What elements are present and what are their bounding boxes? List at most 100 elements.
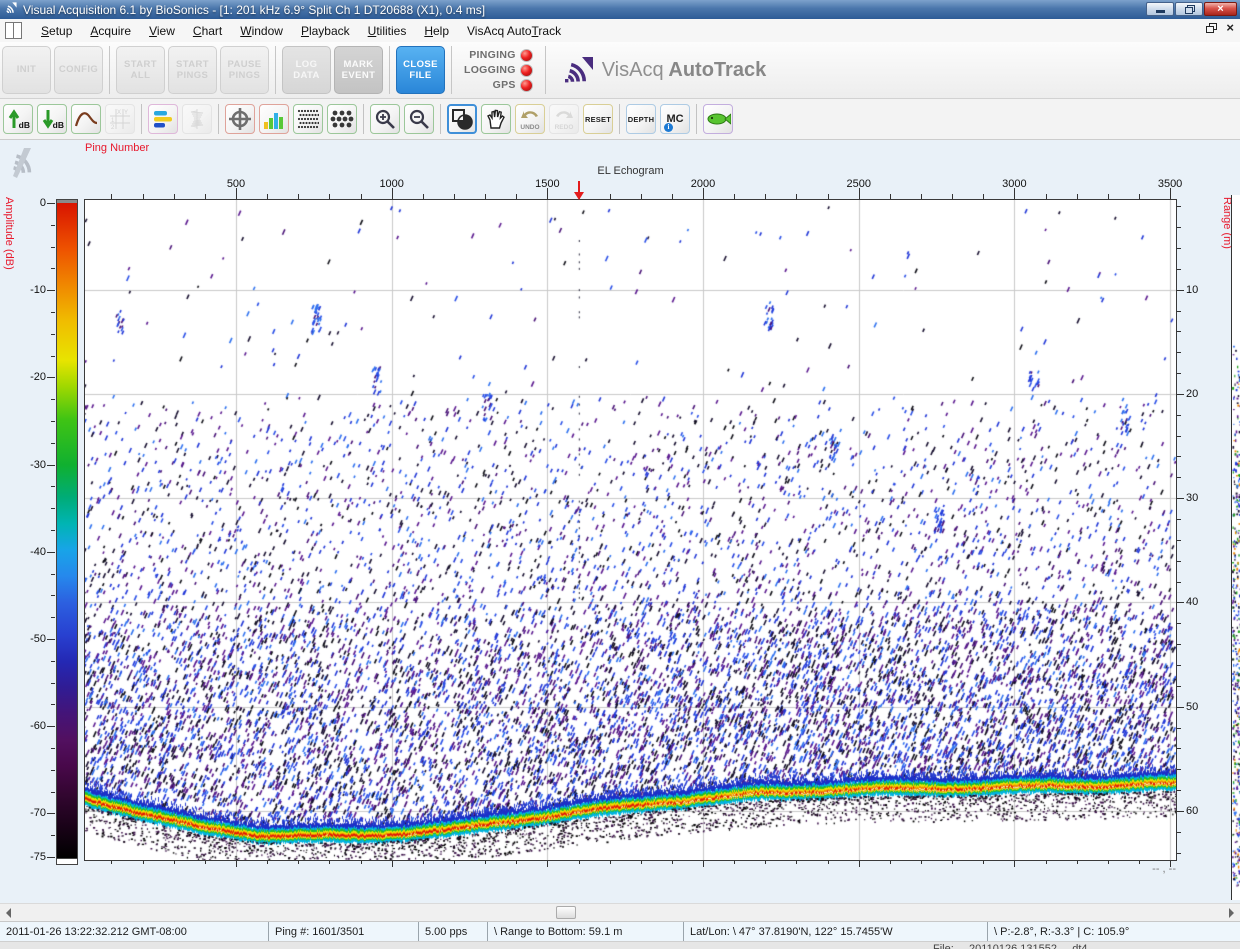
- footer-strip: File: ... 20110126 131552 ....dt4: [0, 941, 1240, 949]
- axis-tick: [47, 552, 55, 553]
- axis-tick: [579, 861, 580, 864]
- axis-tick: [1177, 790, 1181, 791]
- axis-tick: [1177, 206, 1181, 207]
- axis-tick: [205, 861, 206, 864]
- start-all-button: STARTALL: [116, 46, 165, 94]
- status-timestamp: 2011-01-26 13:22:32.212 GMT-08:00: [0, 922, 268, 941]
- menu-utilities[interactable]: Utilities: [359, 21, 416, 41]
- axis-tick: [392, 861, 393, 867]
- signal-arcs-icon: [562, 56, 594, 84]
- svg-text:X: X: [117, 110, 121, 116]
- menu-help[interactable]: Help: [415, 21, 458, 41]
- zoom-in-button[interactable]: [370, 104, 400, 134]
- threshold-down-db-button[interactable]: dB: [37, 104, 67, 134]
- close-button[interactable]: ×: [1204, 2, 1237, 16]
- fish-tracking-button[interactable]: [703, 104, 733, 134]
- dots-coarse-button[interactable]: [327, 104, 357, 134]
- axis-tick: [47, 726, 55, 727]
- axis-tick: [1177, 456, 1181, 457]
- current-ping-marker-icon[interactable]: [573, 181, 585, 206]
- echogram-title: EL Echogram: [84, 165, 1177, 177]
- tools-toolbar: dBdBXY12UNDOREDORESETDEPTHMCi: [0, 99, 1240, 140]
- color-palette-button[interactable]: [148, 104, 178, 134]
- axis-tick: [47, 813, 55, 814]
- oscilloscope-button: [182, 104, 212, 134]
- zoom-out-button[interactable]: [404, 104, 434, 134]
- depth-button[interactable]: DEPTH: [626, 104, 656, 134]
- mark-event-button[interactable]: MARKEVENT: [334, 46, 383, 94]
- axis-tick: [516, 861, 517, 864]
- menu-view[interactable]: View: [140, 21, 184, 41]
- axis-tick: [734, 861, 735, 864]
- scrollbar-thumb[interactable]: [556, 906, 576, 919]
- dots-fine-button[interactable]: [293, 104, 323, 134]
- svg-text:UNDO: UNDO: [520, 124, 539, 131]
- axis-tick: [51, 268, 55, 269]
- pan-hand-button[interactable]: [481, 104, 511, 134]
- tvg-curve-button[interactable]: [71, 104, 101, 134]
- menu-acquire[interactable]: Acquire: [81, 21, 140, 41]
- minimize-button[interactable]: [1146, 2, 1174, 16]
- axis-tick: [51, 508, 55, 509]
- menu-visacq-autotrack[interactable]: VisAcq AutoTrack: [458, 21, 570, 41]
- menu-playback[interactable]: Playback: [292, 21, 359, 41]
- axis-tick: [267, 861, 268, 864]
- shape-select-button[interactable]: [447, 104, 477, 134]
- redo-button: REDO: [549, 104, 579, 134]
- axis-tick: [610, 861, 611, 864]
- status-ping-counter: Ping #: 1601/3501: [268, 922, 418, 941]
- log-data-button[interactable]: LOGDATA: [282, 46, 331, 94]
- pinging-led-label: PINGING: [469, 49, 515, 61]
- status-pitch-roll-course: \ P:-2.8°, R:-3.3° | C: 105.9°: [987, 922, 1240, 941]
- axis-tick: [1177, 352, 1181, 353]
- axis-tick: [1177, 477, 1181, 478]
- axis-tick: [51, 356, 55, 357]
- range-tick-label: 20: [1186, 388, 1212, 400]
- amplitude-tick-label: -50: [16, 633, 46, 645]
- axis-tick: [1177, 436, 1181, 437]
- mc-button[interactable]: MCi: [660, 104, 690, 134]
- axis-tick: [47, 857, 55, 858]
- echogram-plot[interactable]: [85, 200, 1176, 860]
- axis-tick: [1177, 811, 1184, 812]
- scroll-right-arrow-icon[interactable]: [1223, 905, 1240, 921]
- axis-tick: [47, 639, 55, 640]
- amplitude-tick-label: -70: [16, 807, 46, 819]
- adjacent-window-edge[interactable]: [1231, 195, 1240, 900]
- axis-tick: [1177, 331, 1181, 332]
- menu-window[interactable]: Window: [231, 21, 292, 41]
- axis-tick: [1177, 686, 1181, 687]
- close-file-button[interactable]: CLOSEFILE: [396, 46, 445, 94]
- svg-text:2: 2: [111, 125, 115, 130]
- menu-chart[interactable]: Chart: [184, 21, 231, 41]
- axis-tick: [51, 443, 55, 444]
- axis-tick: [47, 290, 55, 291]
- mdi-document-icon[interactable]: [5, 22, 22, 39]
- axis-tick: [1077, 861, 1078, 864]
- amplitude-axis-label: Amplitude (dB): [3, 197, 15, 270]
- status-bar: 2011-01-26 13:22:32.212 GMT-08:00Ping #:…: [0, 921, 1240, 941]
- menu-setup[interactable]: Setup: [32, 21, 81, 41]
- horizontal-scrollbar[interactable]: [0, 903, 1240, 921]
- axis-tick: [329, 861, 330, 864]
- histogram-button[interactable]: [259, 104, 289, 134]
- axis-tick: [51, 595, 55, 596]
- axis-tick: [1177, 519, 1181, 520]
- axis-tick: [1177, 707, 1184, 708]
- mdi-close-button[interactable]: ×: [1226, 21, 1234, 34]
- mdi-restore-button[interactable]: [1206, 23, 1216, 32]
- axis-tick: [51, 225, 55, 226]
- reset-button[interactable]: RESET: [583, 104, 613, 134]
- x-axis-tick-label: 3000: [986, 178, 1042, 191]
- axis-tick: [51, 770, 55, 771]
- scroll-left-arrow-icon[interactable]: [0, 905, 17, 921]
- file-info-clipped-text: File: ... 20110126 131552 ....dt4: [933, 943, 1088, 949]
- target-crosshair-button[interactable]: [225, 104, 255, 134]
- axis-tick: [1177, 644, 1181, 645]
- title-bar[interactable]: Visual Acquisition 6.1 by BioSonics - [1…: [0, 0, 1240, 19]
- undo-button[interactable]: UNDO: [515, 104, 545, 134]
- axis-tick: [51, 792, 55, 793]
- range-tick-label: 40: [1186, 596, 1212, 608]
- restore-button[interactable]: [1175, 2, 1203, 16]
- threshold-up-db-button[interactable]: dB: [3, 104, 33, 134]
